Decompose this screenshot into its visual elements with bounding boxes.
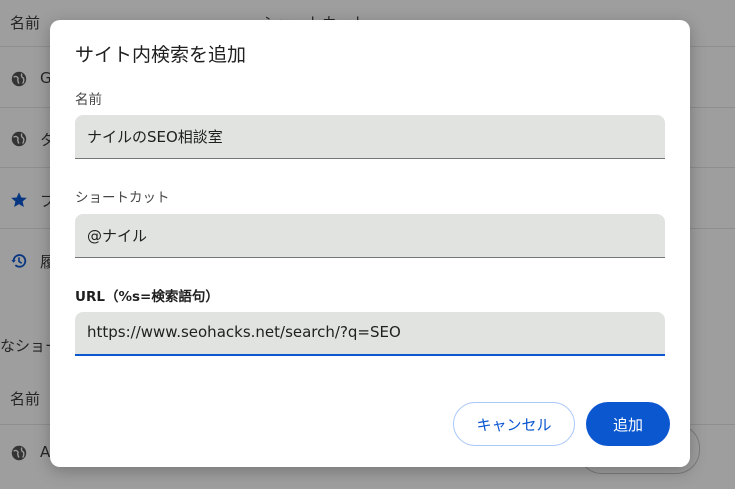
shortcut-field-label: ショートカット	[75, 190, 170, 206]
name-field-value: ナイルのSEO相談室	[87, 128, 223, 146]
url-field-value: https://www.seohacks.net/search/?q=SEO	[87, 323, 401, 341]
add-button[interactable]: 追加	[586, 402, 670, 446]
cancel-button[interactable]: キャンセル	[453, 402, 575, 446]
shortcut-field[interactable]: @ナイル	[75, 214, 665, 258]
add-site-search-dialog: サイト内検索を追加 名前 ナイルのSEO相談室 ショートカット @ナイル URL…	[50, 20, 690, 467]
name-field[interactable]: ナイルのSEO相談室	[75, 115, 665, 159]
dialog-title: サイト内検索を追加	[75, 44, 247, 66]
shortcut-field-value: @ナイル	[87, 227, 148, 245]
name-field-label: 名前	[75, 92, 102, 108]
url-field[interactable]: https://www.seohacks.net/search/?q=SEO	[75, 312, 665, 356]
url-field-label: URL（%s=検索語句）	[75, 289, 219, 305]
